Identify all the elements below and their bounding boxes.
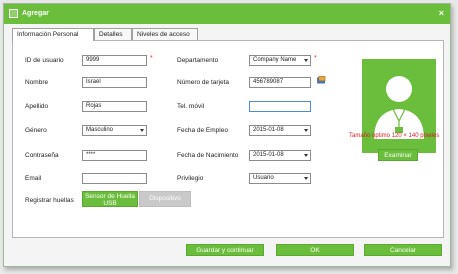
department-select[interactable]: Company Name [249, 55, 311, 66]
personal-info-panel: ID de usuario 9999 * Nombre Israel Apell… [12, 40, 444, 238]
gender-label: Género [25, 127, 47, 134]
tab-access-levels[interactable]: Niveles de acceso [132, 28, 198, 40]
lastname-field[interactable]: Rojas [82, 101, 147, 112]
birth-date-value: 2015-01-08 [253, 152, 284, 158]
user-id-label: ID de usuario [25, 57, 64, 64]
photo-size-caption: Tamaño óptimo 120 × 140 píxeles [349, 133, 440, 139]
device-button[interactable]: Dispositivo [139, 191, 191, 207]
name-label: Nombre [25, 79, 49, 86]
mobile-label: Tel. móvil [177, 103, 205, 110]
tab-details[interactable]: Detalles [94, 28, 132, 40]
cancel-button[interactable]: Cancelar [364, 244, 442, 256]
title-bar: Agregar × [4, 4, 450, 24]
mobile-field[interactable] [249, 101, 311, 112]
password-label: Contraseña [25, 152, 59, 159]
window-title: Agregar [22, 10, 49, 17]
chevron-down-icon [140, 129, 144, 132]
save-continue-button[interactable]: Guardar y continuar [186, 244, 264, 256]
hire-date-picker[interactable]: 2015-01-08 [249, 125, 311, 136]
email-field[interactable] [82, 173, 147, 184]
hire-date-label: Fecha de Empleo [177, 127, 228, 134]
gender-value: Masculino [86, 127, 114, 133]
card-reader-icon[interactable] [317, 76, 326, 84]
add-user-dialog: Agregar × Información Personal Detalles … [3, 3, 451, 267]
user-id-required-mark: * [150, 55, 153, 62]
card-number-label: Número de tarjeta [177, 79, 230, 86]
chevron-down-icon [304, 129, 308, 132]
birth-date-picker[interactable]: 2015-01-08 [249, 150, 311, 161]
chevron-down-icon [304, 154, 308, 157]
lastname-label: Apellido [25, 103, 49, 110]
privilege-value: Usuario [253, 175, 274, 181]
usb-sensor-button-line2: USB [103, 200, 117, 207]
ok-button[interactable]: OK [276, 244, 354, 256]
privilege-label: Privilegio [177, 175, 204, 182]
name-field[interactable]: Israel [82, 77, 147, 88]
window-icon [9, 9, 18, 18]
close-icon[interactable]: × [439, 8, 444, 18]
department-label: Departamento [177, 57, 219, 64]
birth-date-label: Fecha de Nacimiento [177, 152, 239, 159]
privilege-select[interactable]: Usuario [249, 173, 311, 184]
browse-button[interactable]: Examinar [378, 149, 418, 161]
department-required-mark: * [314, 55, 317, 62]
chevron-down-icon [304, 59, 308, 62]
chevron-down-icon [304, 177, 308, 180]
usb-sensor-button-line1: Sensor de Huella [85, 193, 135, 200]
usb-sensor-button[interactable]: Sensor de Huella USB [82, 191, 138, 207]
password-field[interactable]: **** [82, 150, 147, 161]
email-label: Email [25, 175, 42, 182]
fingerprint-label: Registrar huellas [25, 197, 74, 204]
gender-select[interactable]: Masculino [82, 125, 147, 136]
card-number-field[interactable]: 456789087 [249, 77, 311, 88]
hire-date-value: 2015-01-08 [253, 127, 284, 133]
tab-personal-info[interactable]: Información Personal [12, 28, 94, 41]
department-value: Company Name [253, 57, 297, 63]
user-id-field[interactable]: 9999 [82, 55, 147, 66]
